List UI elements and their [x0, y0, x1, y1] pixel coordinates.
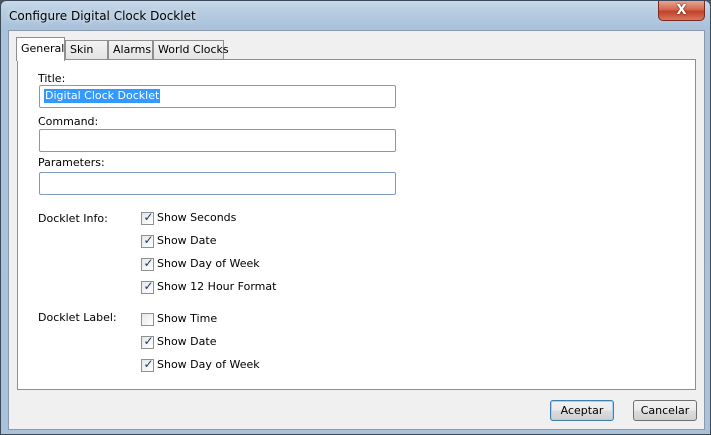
checkbox-label: Show 12 Hour Format	[157, 280, 277, 293]
tab-skin[interactable]: Skin	[65, 40, 108, 60]
title-input-value: Digital Clock Docklet	[44, 89, 161, 103]
tab-world-clocks-label: World Clocks	[158, 43, 229, 56]
check-icon: ✓	[143, 210, 154, 224]
checkbox-box	[141, 313, 154, 326]
checkbox-box: ✓	[141, 357, 154, 372]
command-input[interactable]	[39, 129, 396, 152]
checkbox-label: Show Seconds	[157, 211, 237, 224]
checkbox-label: Show Day of Week	[157, 257, 260, 270]
window-title: Configure Digital Clock Docklet	[9, 9, 196, 23]
tab-alarms-label: Alarms	[113, 43, 152, 56]
dialog-client-area: General Skin Alarms World Clocks Title: …	[8, 30, 705, 430]
cancel-button[interactable]: Cancelar	[633, 400, 697, 421]
checkbox-box: ✓	[141, 210, 154, 225]
title-input[interactable]: Digital Clock Docklet	[39, 85, 396, 108]
tab-world-clocks[interactable]: World Clocks	[153, 40, 229, 60]
docklet-info-label: Docklet Info:	[38, 212, 108, 225]
checkbox-box: ✓	[141, 279, 154, 294]
tab-skin-label: Skin	[70, 43, 94, 56]
checkbox-box: ✓	[141, 334, 154, 349]
check-icon: ✓	[143, 279, 154, 293]
close-button[interactable]: X	[658, 1, 705, 21]
docklet-label-label: Docklet Label:	[38, 311, 117, 324]
parameters-input[interactable]	[39, 172, 396, 195]
command-label: Command:	[38, 115, 99, 128]
title-label: Title:	[38, 72, 66, 85]
checkbox-box: ✓	[141, 233, 154, 248]
dialog-window: Configure Digital Clock Docklet X Genera…	[0, 0, 711, 435]
checkbox-label: Show Date	[157, 234, 217, 247]
check-icon: ✓	[143, 334, 154, 348]
general-tab-panel: Title: Digital Clock Docklet Command: Pa…	[17, 59, 696, 390]
checkbox-label: Show Date	[157, 335, 217, 348]
tab-alarms[interactable]: Alarms	[108, 40, 153, 60]
checkbox-label: Show Day of Week	[157, 358, 260, 371]
parameters-label: Parameters:	[38, 156, 105, 169]
checkbox-box: ✓	[141, 256, 154, 271]
close-icon: X	[676, 3, 687, 18]
check-icon: ✓	[143, 357, 154, 371]
accept-button[interactable]: Aceptar	[550, 400, 614, 421]
check-icon: ✓	[143, 256, 154, 270]
tab-general[interactable]: General	[16, 37, 65, 61]
tab-general-label: General	[21, 42, 65, 55]
check-icon: ✓	[143, 233, 154, 247]
checkbox-label: Show Time	[157, 312, 218, 325]
